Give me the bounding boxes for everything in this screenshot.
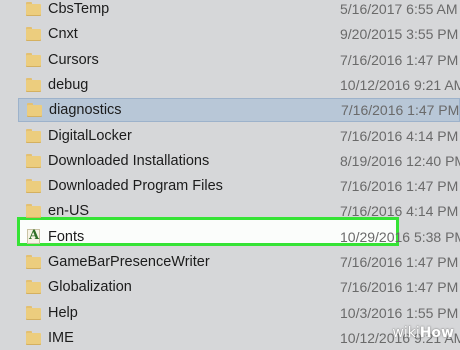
- file-date-modified: 7/16/2016 4:14 PM: [340, 127, 459, 144]
- file-row-diagnostics[interactable]: diagnostics 7/16/2016 1:47 PM: [18, 98, 460, 123]
- file-date-modified: 7/16/2016 1:47 PM: [340, 178, 459, 195]
- file-row-fonts[interactable]: A Fonts 10/29/2016 5:38 PM: [18, 225, 460, 249]
- file-date-modified: 9/20/2015 3:55 PM: [340, 26, 459, 43]
- file-name: diagnostics: [49, 102, 122, 119]
- file-row-downloaded-installations[interactable]: Downloaded Installations 8/19/2016 12:40 …: [18, 149, 460, 173]
- file-name: IME: [48, 329, 74, 346]
- file-name: Fonts: [48, 228, 85, 245]
- file-date-modified: 10/29/2016 5:38 PM: [340, 228, 460, 245]
- folder-icon: [26, 27, 41, 42]
- file-date-modified: 7/16/2016 1:47 PM: [340, 51, 459, 68]
- folder-icon: [26, 204, 41, 219]
- file-row-cnxt[interactable]: Cnxt 9/20/2015 3:55 PM: [18, 22, 460, 46]
- file-name: Cnxt: [48, 26, 78, 43]
- file-row-en-us[interactable]: en-US 7/16/2016 4:14 PM: [18, 199, 460, 223]
- font-folder-icon: A: [27, 228, 40, 245]
- folder-icon: [26, 280, 41, 295]
- file-name: debug: [48, 76, 89, 93]
- file-date-modified: 8/19/2016 12:40 PM: [340, 152, 460, 169]
- file-date-modified: 7/16/2016 1:47 PM: [341, 102, 460, 119]
- watermark-suffix: How: [419, 325, 454, 341]
- file-row-help[interactable]: Help 10/3/2016 1:55 PM: [18, 301, 460, 325]
- folder-icon: [26, 179, 41, 194]
- folder-icon: [26, 305, 41, 320]
- file-date-modified: 10/12/2016 9:21 AM: [340, 76, 460, 93]
- file-date-modified: 10/3/2016 1:55 PM: [340, 304, 459, 321]
- folder-icon: [27, 103, 42, 118]
- file-date-modified: 7/16/2016 1:47 PM: [340, 254, 459, 270]
- file-name: DigitalLocker: [48, 127, 132, 144]
- folder-icon: [26, 128, 41, 143]
- file-name: Downloaded Program Files: [48, 178, 223, 195]
- file-name: Help: [48, 304, 78, 321]
- folder-icon: [26, 52, 41, 67]
- file-row-gamebarpresencewriter[interactable]: GameBarPresenceWriter 7/16/2016 1:47 PM: [18, 250, 460, 274]
- folder-icon: [26, 255, 41, 269]
- file-row-debug[interactable]: debug 10/12/2016 9:21 AM: [18, 73, 460, 97]
- folder-icon: [26, 77, 41, 92]
- file-row-downloaded-program-files[interactable]: Downloaded Program Files 7/16/2016 1:47 P…: [18, 174, 460, 198]
- file-name: GameBarPresenceWriter: [48, 254, 210, 270]
- watermark-prefix: wiki: [392, 325, 420, 341]
- file-row-cursors[interactable]: Cursors 7/16/2016 1:47 PM: [18, 48, 460, 72]
- file-date-modified: 7/16/2016 4:14 PM: [340, 203, 459, 220]
- file-row-cbstemp[interactable]: CbsTemp 5/16/2017 6:55 AM: [18, 0, 460, 21]
- folder-icon: [26, 153, 41, 168]
- file-row-digitallocker[interactable]: DigitalLocker 7/16/2016 4:14 PM: [18, 124, 460, 148]
- file-date-modified: 5/16/2017 6:55 AM: [340, 1, 458, 17]
- file-name: Cursors: [48, 51, 99, 68]
- file-date-modified: 7/16/2016 1:47 PM: [340, 279, 459, 296]
- folder-icon: [26, 330, 41, 345]
- file-name: Globalization: [48, 279, 132, 296]
- file-name: en-US: [48, 203, 90, 220]
- file-name: Downloaded Installations: [48, 152, 210, 169]
- file-name: CbsTemp: [48, 1, 110, 17]
- folder-icon: [26, 2, 41, 16]
- file-row-globalization[interactable]: Globalization 7/16/2016 1:47 PM: [18, 275, 460, 299]
- wikihow-watermark: wikiHow: [392, 325, 454, 341]
